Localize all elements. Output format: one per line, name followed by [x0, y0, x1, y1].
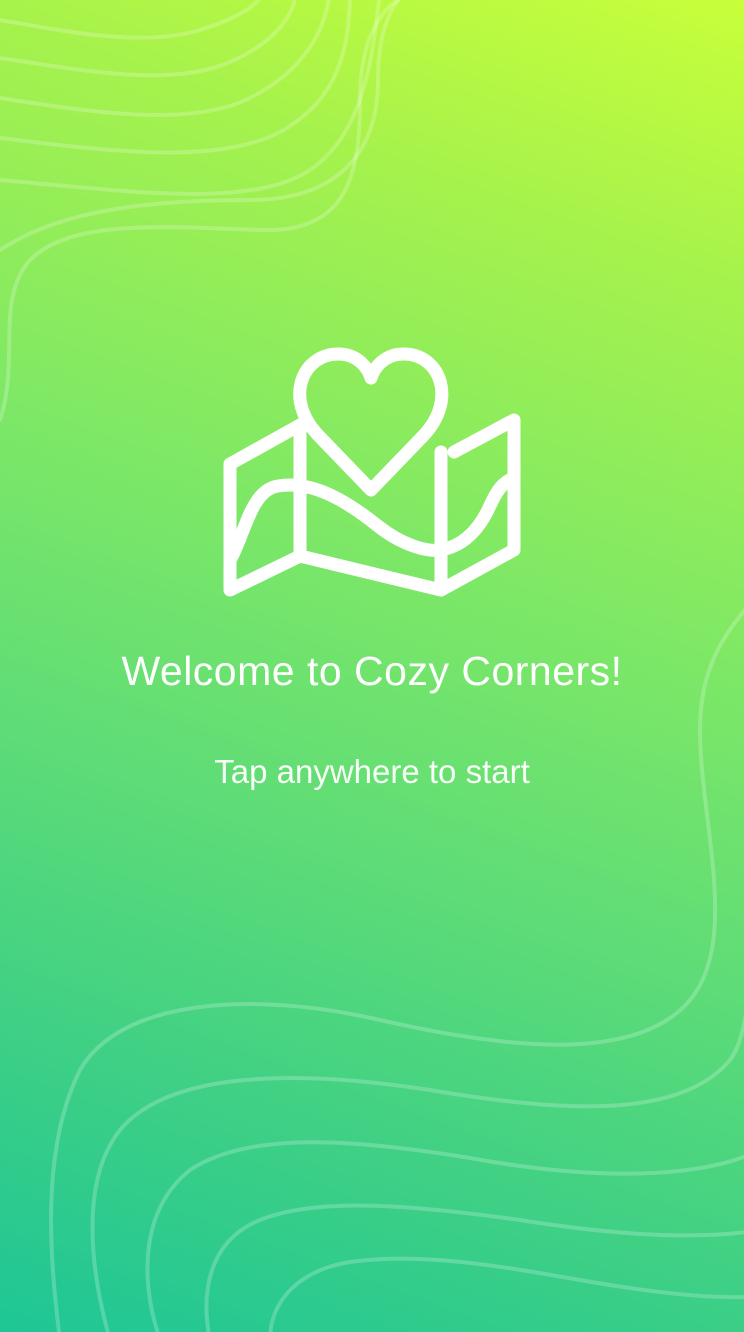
bottom-contour-lines [49, 607, 744, 1332]
heart-shape [293, 347, 449, 497]
welcome-title: Welcome to Cozy Corners! [121, 648, 623, 694]
tap-to-start-prompt[interactable]: Tap anywhere to start [0, 753, 744, 791]
folded-map-shape [223, 413, 521, 597]
map-heart-icon [218, 340, 524, 602]
splash-screen[interactable]: Welcome to Cozy Corners! Tap anywhere to… [0, 0, 744, 1332]
